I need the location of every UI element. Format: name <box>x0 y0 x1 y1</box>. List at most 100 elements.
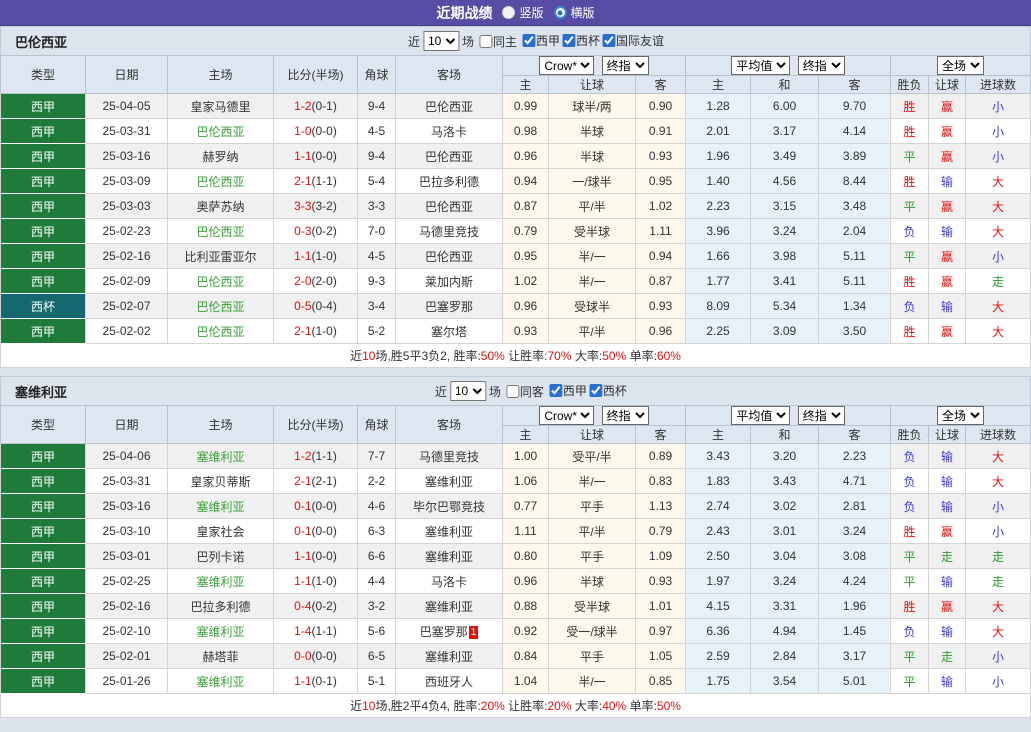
avg-away-cell: 2.04 <box>819 219 891 244</box>
summary-part: 大率: <box>572 699 603 713</box>
same-venue-checkbox[interactable]: 同客 <box>504 383 544 400</box>
league-type-cell: 西甲 <box>1 169 86 194</box>
red-card-badge: 1 <box>469 626 479 639</box>
date-cell: 25-03-01 <box>86 544 168 569</box>
avg-draw-cell: 3.01 <box>751 519 819 544</box>
league-checkbox[interactable]: 西杯 <box>560 32 600 49</box>
col-score: 比分(半场) <box>274 406 358 444</box>
full-match-select[interactable]: 全场 <box>937 406 984 425</box>
home-team-cell: 塞维利亚 <box>168 494 274 519</box>
match-row: 西甲 25-03-31 巴伦西亚 1-0(0-0) 4-5 马洛卡 0.98 半… <box>1 119 1031 144</box>
average-stage-select[interactable]: 终指 <box>798 56 845 75</box>
avg-home-cell: 1.83 <box>686 469 751 494</box>
score-cell: 1-1(0-0) <box>274 544 358 569</box>
result-goals-cell: 大 <box>966 169 1031 194</box>
league-checkbox-input[interactable] <box>549 384 562 397</box>
average-stage-select[interactable]: 终指 <box>798 406 845 425</box>
away-team-name: 塞维利亚 <box>425 550 473 564</box>
odds-company-select[interactable]: Crow* <box>539 406 594 425</box>
fulltime-score: 1-4 <box>294 624 311 638</box>
same-venue-input[interactable] <box>506 385 519 398</box>
league-checkbox[interactable]: 西甲 <box>520 32 560 49</box>
fulltime-score: 0-1 <box>294 524 311 538</box>
match-row: 西甲 25-01-26 塞维利亚 1-1(0-1) 5-1 西班牙人 1.04 … <box>1 669 1031 694</box>
away-team-cell: 塞尔塔 <box>396 319 503 344</box>
score-cell: 2-1(1-0) <box>274 319 358 344</box>
avg-away-cell: 3.17 <box>819 644 891 669</box>
result-wdl-cell: 负 <box>891 219 929 244</box>
col-handicap: 让球 <box>549 426 636 444</box>
away-team-cell: 马洛卡 <box>396 119 503 144</box>
odds-home-cell: 0.96 <box>503 144 549 169</box>
date-cell: 25-03-16 <box>86 494 168 519</box>
handicap-cell: 平/半 <box>549 319 636 344</box>
home-team-cell: 塞维利亚 <box>168 444 274 469</box>
match-row: 西甲 25-02-16 巴拉多利德 0-4(0-2) 3-2 塞维利亚 0.88… <box>1 594 1031 619</box>
filters-bar: 近 10 场 同主 西甲西杯国际友谊 <box>408 31 664 51</box>
games-label: 场 <box>462 33 474 50</box>
match-row: 西甲 25-04-05 皇家马德里 1-2(0-1) 9-4 巴伦西亚 0.99… <box>1 94 1031 119</box>
col-handicap: 让球 <box>549 76 636 94</box>
handicap-cell: 平手 <box>549 494 636 519</box>
league-checkbox[interactable]: 西杯 <box>587 382 627 399</box>
summary-part: 50% <box>657 699 681 713</box>
handicap-cell: 半/一 <box>549 469 636 494</box>
result-handicap-cell: 走 <box>929 644 966 669</box>
league-checkbox-input[interactable] <box>562 34 575 47</box>
layout-option-horizontal[interactable]: 横版 <box>554 4 595 21</box>
odds-stage-select[interactable]: 终指 <box>602 56 649 75</box>
avg-draw-cell: 5.34 <box>751 294 819 319</box>
fulltime-score: 0-4 <box>294 599 311 613</box>
col-odds-away: 客 <box>636 426 686 444</box>
near-label: 近 <box>435 383 447 400</box>
avg-home-cell: 4.15 <box>686 594 751 619</box>
full-match-select[interactable]: 全场 <box>937 56 984 75</box>
fulltime-score: 1-1 <box>294 549 311 563</box>
col-score: 比分(半场) <box>274 56 358 94</box>
same-venue-input[interactable] <box>479 35 492 48</box>
avg-draw-cell: 3.54 <box>751 669 819 694</box>
col-avg-home: 主 <box>686 426 751 444</box>
odds-away-cell: 0.94 <box>636 244 686 269</box>
same-venue-checkbox[interactable]: 同主 <box>477 33 517 50</box>
league-type-cell: 西甲 <box>1 144 86 169</box>
away-team-name: 马洛卡 <box>431 575 467 589</box>
recent-count-select[interactable]: 10 <box>423 31 459 51</box>
summary-row: 近10场,胜2平4负4, 胜率:20% 让胜率:20% 大率:40% 单率:50… <box>1 694 1031 718</box>
league-checkbox[interactable]: 国际友谊 <box>600 32 664 49</box>
odds-home-cell: 0.92 <box>503 619 549 644</box>
average-select[interactable]: 平均值 <box>731 406 790 425</box>
odds-stage-select[interactable]: 终指 <box>602 406 649 425</box>
league-checkbox-input[interactable] <box>522 34 535 47</box>
score-cell: 1-2(0-1) <box>274 94 358 119</box>
odds-home-cell: 1.00 <box>503 444 549 469</box>
league-type-cell: 西甲 <box>1 469 86 494</box>
result-wdl-cell: 平 <box>891 244 929 269</box>
avg-home-cell: 1.77 <box>686 269 751 294</box>
recent-count-select[interactable]: 10 <box>450 381 486 401</box>
fulltime-score: 1-1 <box>294 249 311 263</box>
match-row: 西甲 25-03-03 奥萨苏纳 3-3(3-2) 3-3 巴伦西亚 0.87 … <box>1 194 1031 219</box>
score-cell: 1-1(1-0) <box>274 244 358 269</box>
col-away: 客场 <box>396 56 503 94</box>
handicap-cell: 半/一 <box>549 669 636 694</box>
league-checkbox[interactable]: 西甲 <box>547 382 587 399</box>
result-handicap-cell: 赢 <box>929 94 966 119</box>
summary-part: 单率: <box>626 349 657 363</box>
fulltime-score: 0-1 <box>294 499 311 513</box>
odds-company-select[interactable]: Crow* <box>539 56 594 75</box>
average-select[interactable]: 平均值 <box>731 56 790 75</box>
corner-cell: 2-2 <box>358 469 396 494</box>
avg-away-cell: 1.45 <box>819 619 891 644</box>
halftime-score: (0-4) <box>312 299 337 313</box>
league-checkbox-input[interactable] <box>602 34 615 47</box>
avg-home-cell: 2.01 <box>686 119 751 144</box>
layout-option-vertical[interactable]: 竖版 <box>502 4 543 21</box>
odds-home-cell: 0.99 <box>503 94 549 119</box>
halftime-score: (0-0) <box>312 649 337 663</box>
radio-vertical-icon[interactable] <box>502 6 515 19</box>
odds-away-cell: 0.89 <box>636 444 686 469</box>
handicap-cell: 平/半 <box>549 194 636 219</box>
league-checkbox-input[interactable] <box>589 384 602 397</box>
radio-horizontal-icon[interactable] <box>554 6 567 19</box>
